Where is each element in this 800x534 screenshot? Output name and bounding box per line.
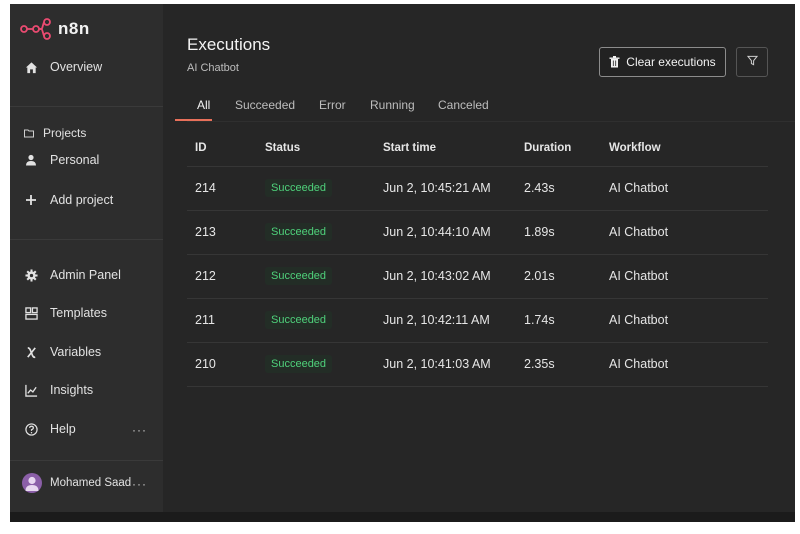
sidebar-item-label: Overview bbox=[50, 60, 103, 74]
avatar bbox=[22, 473, 42, 493]
app-window: n8n Overview Projects Personal Add proje… bbox=[10, 4, 795, 522]
n8n-logo[interactable]: n8n bbox=[20, 17, 90, 41]
sidebar-item-label: Insights bbox=[50, 383, 94, 397]
chart-line-icon bbox=[24, 383, 38, 397]
workflow-name: AI Chatbot bbox=[601, 297, 768, 342]
execution-id: 210 bbox=[187, 341, 257, 387]
n8n-logo-icon bbox=[20, 18, 51, 40]
clear-executions-label: Clear executions bbox=[626, 55, 716, 69]
user-menu[interactable]: Mohamed Saad bbox=[22, 473, 131, 493]
tab-error[interactable]: Error bbox=[319, 98, 346, 112]
tab-canceled[interactable]: Canceled bbox=[438, 98, 489, 112]
table-row[interactable]: 211 Succeeded Jun 2, 10:42:11 AM 1.74s A… bbox=[187, 297, 768, 342]
sidebar-item-label: Add project bbox=[50, 193, 114, 207]
tabs-divider bbox=[187, 121, 795, 122]
sidebar-item-label: Help bbox=[50, 422, 76, 436]
user-more-button[interactable]: ··· bbox=[132, 477, 147, 491]
start-time: Jun 2, 10:45:21 AM bbox=[375, 165, 516, 210]
folder-icon bbox=[24, 126, 34, 140]
sidebar-item-label: Variables bbox=[50, 345, 102, 359]
start-time: Jun 2, 10:43:02 AM bbox=[375, 253, 516, 298]
help-icon bbox=[24, 422, 38, 436]
gear-icon bbox=[24, 268, 38, 282]
help-more-button[interactable]: ··· bbox=[132, 423, 147, 437]
divider bbox=[10, 460, 163, 461]
duration: 1.74s bbox=[516, 297, 601, 342]
table-row[interactable]: 212 Succeeded Jun 2, 10:43:02 AM 2.01s A… bbox=[187, 253, 768, 298]
clear-executions-button[interactable]: Clear executions bbox=[599, 47, 726, 77]
divider bbox=[10, 106, 163, 107]
status-badge: Succeeded bbox=[265, 223, 333, 241]
table-row[interactable]: 213 Succeeded Jun 2, 10:44:10 AM 1.89s A… bbox=[187, 209, 768, 254]
sidebar: n8n Overview Projects Personal Add proje… bbox=[10, 4, 163, 512]
executions-table: ID Status Start time Duration Workflow 2… bbox=[187, 130, 768, 387]
start-time: Jun 2, 10:41:03 AM bbox=[375, 341, 516, 387]
plus-icon bbox=[24, 193, 38, 207]
box-icon bbox=[24, 306, 38, 320]
column-header-start-time[interactable]: Start time bbox=[375, 130, 516, 166]
divider bbox=[10, 239, 163, 240]
sidebar-item-templates[interactable]: Templates bbox=[24, 306, 107, 320]
column-header-status[interactable]: Status bbox=[257, 130, 375, 166]
app-name: n8n bbox=[58, 19, 90, 38]
duration: 2.01s bbox=[516, 253, 601, 298]
sidebar-item-label: Personal bbox=[50, 153, 100, 167]
filter-icon bbox=[746, 53, 758, 71]
status-badge: Succeeded bbox=[265, 267, 333, 285]
column-header-workflow[interactable]: Workflow bbox=[601, 130, 768, 166]
active-tab-indicator bbox=[175, 119, 212, 121]
execution-id: 214 bbox=[187, 165, 257, 210]
sidebar-item-label: Templates bbox=[50, 306, 107, 320]
column-header-duration[interactable]: Duration bbox=[516, 130, 601, 166]
table-header-row: ID Status Start time Duration Workflow bbox=[187, 130, 768, 166]
sidebar-item-personal[interactable]: Personal bbox=[24, 153, 99, 167]
tab-all[interactable]: All bbox=[197, 98, 210, 112]
status-badge: Succeeded bbox=[265, 355, 333, 373]
status-badge: Succeeded bbox=[265, 179, 333, 197]
sidebar-item-label: Projects bbox=[43, 126, 87, 140]
page-subtitle: AI Chatbot bbox=[187, 62, 239, 74]
column-header-id[interactable]: ID bbox=[187, 130, 257, 166]
workflow-name: AI Chatbot bbox=[601, 341, 768, 387]
execution-id: 211 bbox=[187, 297, 257, 342]
workflow-name: AI Chatbot bbox=[601, 165, 768, 210]
user-name: Mohamed Saad bbox=[50, 477, 132, 489]
start-time: Jun 2, 10:42:11 AM bbox=[375, 297, 516, 342]
duration: 1.89s bbox=[516, 209, 601, 254]
sidebar-item-label: Admin Panel bbox=[50, 268, 121, 282]
window-bottom-edge bbox=[10, 512, 795, 522]
add-project-button[interactable]: Add project bbox=[24, 193, 113, 207]
sidebar-item-insights[interactable]: Insights bbox=[24, 383, 93, 397]
user-icon bbox=[24, 153, 38, 167]
trash-icon bbox=[609, 56, 620, 68]
sidebar-item-projects[interactable]: Projects bbox=[24, 126, 86, 140]
status-badge: Succeeded bbox=[265, 311, 333, 329]
sidebar-item-overview[interactable]: Overview bbox=[24, 60, 102, 74]
workflow-name: AI Chatbot bbox=[601, 253, 768, 298]
workflow-name: AI Chatbot bbox=[601, 209, 768, 254]
start-time: Jun 2, 10:44:10 AM bbox=[375, 209, 516, 254]
home-icon bbox=[24, 60, 38, 74]
filter-button[interactable] bbox=[736, 47, 768, 77]
sidebar-item-admin-panel[interactable]: Admin Panel bbox=[24, 268, 121, 282]
sidebar-item-help[interactable]: Help bbox=[24, 422, 76, 436]
tab-succeeded[interactable]: Succeeded bbox=[235, 98, 295, 112]
execution-id: 212 bbox=[187, 253, 257, 298]
variable-icon bbox=[24, 345, 38, 359]
page-title: Executions bbox=[187, 35, 271, 54]
duration: 2.35s bbox=[516, 341, 601, 387]
main-content: Executions AI Chatbot Clear executions A… bbox=[163, 4, 795, 512]
duration: 2.43s bbox=[516, 165, 601, 210]
execution-id: 213 bbox=[187, 209, 257, 254]
tab-running[interactable]: Running bbox=[370, 98, 415, 112]
table-row[interactable]: 210 Succeeded Jun 2, 10:41:03 AM 2.35s A… bbox=[187, 341, 768, 387]
table-row[interactable]: 214 Succeeded Jun 2, 10:45:21 AM 2.43s A… bbox=[187, 165, 768, 210]
sidebar-item-variables[interactable]: Variables bbox=[24, 345, 101, 359]
